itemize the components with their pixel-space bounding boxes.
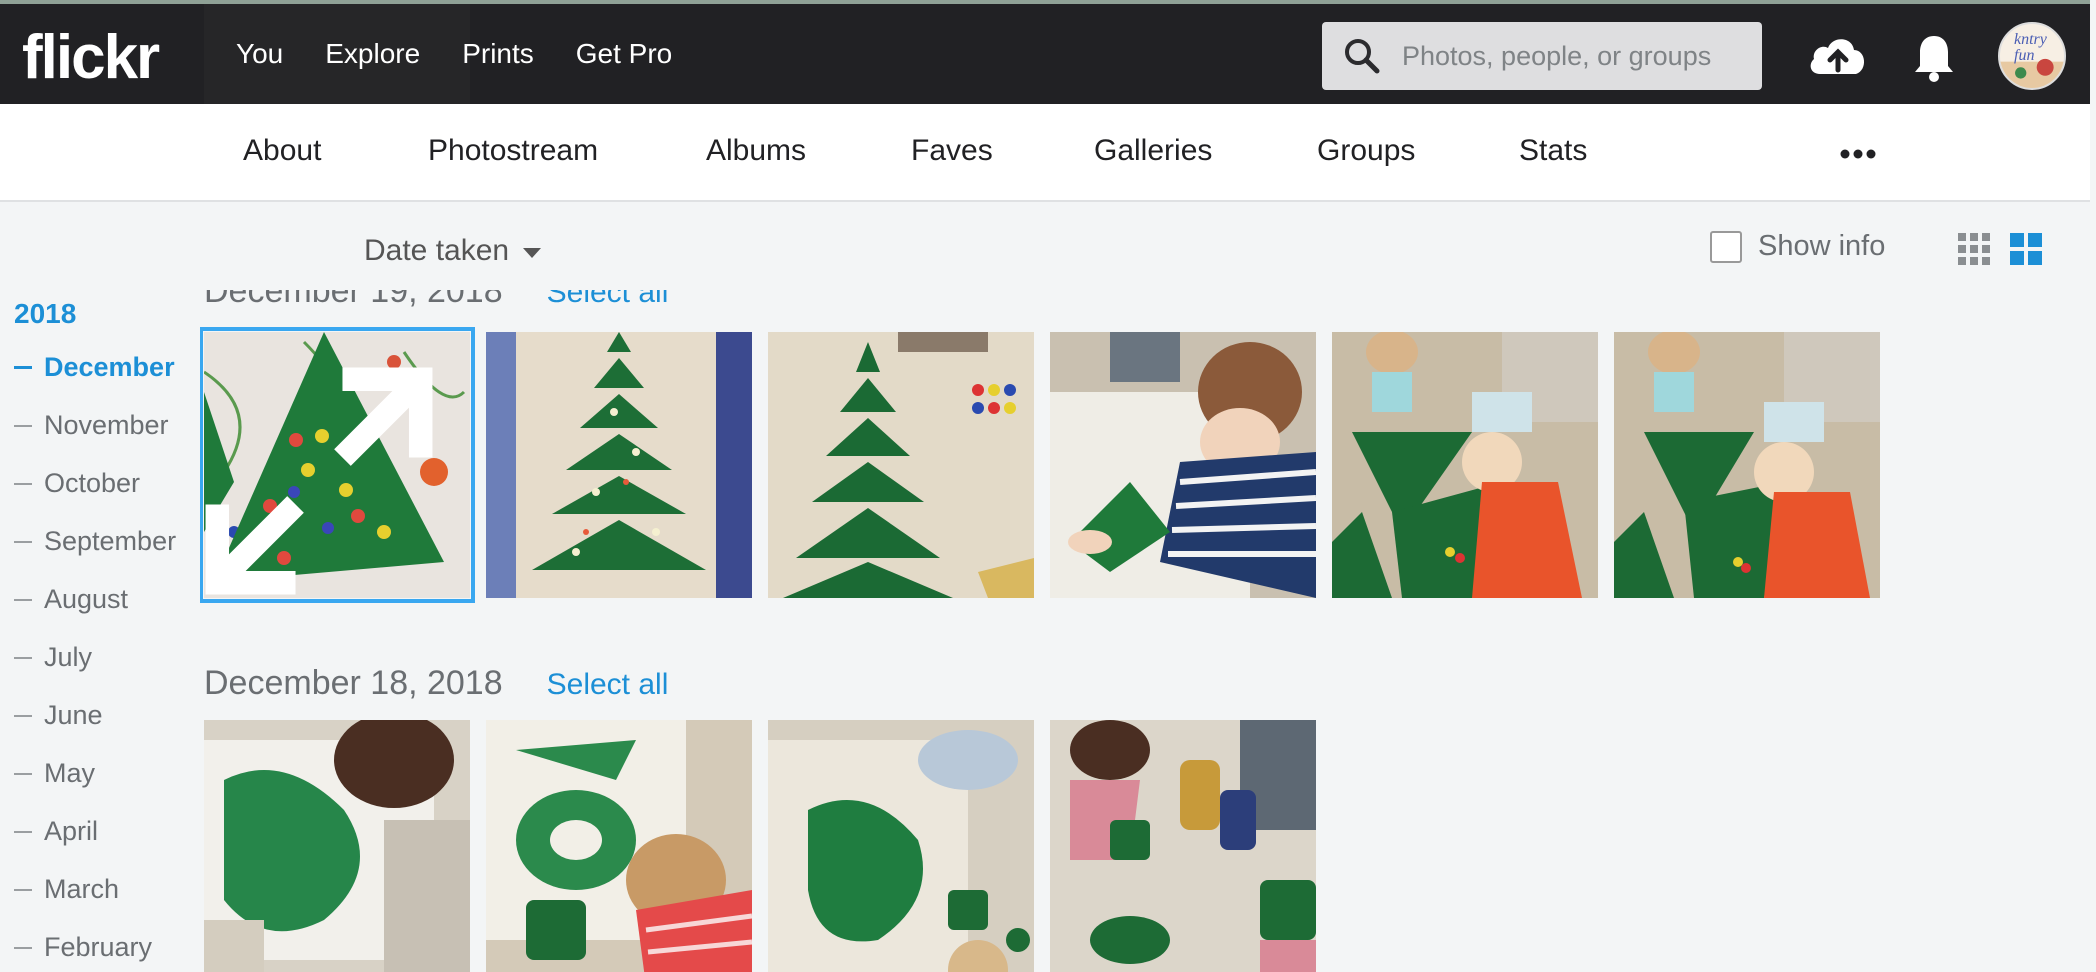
more-dots-icon[interactable]: [1838, 140, 1878, 168]
large-grid-view-icon[interactable]: [2010, 233, 2042, 265]
timeline-month-july[interactable]: July: [14, 642, 92, 673]
flickr-logo[interactable]: flickr: [22, 22, 160, 93]
tab-groups[interactable]: Groups: [1317, 134, 1415, 168]
timeline-month-february[interactable]: February: [14, 932, 152, 963]
photo-thumbnail[interactable]: [768, 720, 1034, 972]
timeline-month-september[interactable]: September: [14, 526, 176, 557]
small-grid-view-icon[interactable]: [1958, 233, 1990, 265]
section-header: December 18, 2018 Select all: [204, 664, 668, 703]
timeline-month-november[interactable]: November: [14, 410, 169, 441]
avatar[interactable]: kntry fun: [1998, 22, 2066, 90]
top-navigation-bar: flickr You Explore Prints Get Pro kntry …: [0, 0, 2090, 104]
profile-subnav: About Photostream Albums Faves Galleries…: [0, 104, 2090, 202]
timeline-month-april[interactable]: April: [14, 816, 98, 847]
nav-prints[interactable]: Prints: [462, 38, 534, 70]
show-info-toggle[interactable]: Show info: [1710, 230, 1885, 263]
photo-thumbnail[interactable]: [486, 720, 752, 972]
nav-you[interactable]: You: [236, 38, 283, 70]
select-all-link[interactable]: Select all: [547, 290, 669, 310]
timeline-month-october[interactable]: October: [14, 468, 140, 499]
section-date: December 19, 2018: [204, 290, 503, 310]
bell-icon[interactable]: [1912, 32, 1956, 84]
search-input[interactable]: [1402, 40, 1762, 72]
tab-stats[interactable]: Stats: [1519, 134, 1587, 168]
main-nav: You Explore Prints Get Pro: [236, 4, 672, 104]
photo-thumbnail[interactable]: [486, 332, 752, 598]
photo-thumbnail[interactable]: [768, 332, 1034, 598]
nav-explore[interactable]: Explore: [325, 38, 420, 70]
photo-thumbnail[interactable]: [1614, 332, 1880, 598]
timeline-year[interactable]: 2018: [14, 298, 76, 330]
chevron-down-icon: [523, 248, 542, 258]
tab-about[interactable]: About: [243, 134, 321, 168]
photo-thumbnail[interactable]: [204, 720, 470, 972]
timeline-month-may[interactable]: May: [14, 758, 95, 789]
photo-thumbnail[interactable]: [1332, 332, 1598, 598]
show-info-label: Show info: [1758, 230, 1886, 262]
sort-label: Date taken: [364, 234, 510, 267]
timeline-month-march[interactable]: March: [14, 874, 119, 905]
tab-galleries[interactable]: Galleries: [1094, 134, 1212, 168]
show-info-checkbox[interactable]: [1710, 230, 1742, 263]
section-date: December 18, 2018: [204, 664, 503, 702]
photo-thumbnail[interactable]: [1050, 332, 1316, 598]
photo-thumbnail[interactable]: [1050, 720, 1316, 972]
expand-icon[interactable]: [204, 348, 452, 598]
tab-photostream[interactable]: Photostream: [428, 134, 598, 168]
sort-dropdown[interactable]: Date taken: [364, 234, 542, 268]
search-box[interactable]: [1322, 22, 1762, 90]
timeline-month-august[interactable]: August: [14, 584, 128, 615]
timeline-month-december[interactable]: December: [14, 352, 175, 383]
tab-faves[interactable]: Faves: [911, 134, 993, 168]
cloud-upload-icon[interactable]: [1806, 30, 1870, 80]
avatar-text: kntry fun: [2014, 31, 2047, 64]
nav-get-pro[interactable]: Get Pro: [576, 38, 672, 70]
photo-thumbnail[interactable]: [200, 327, 475, 603]
photo-content: December 19, 2018 Select all December 18…: [200, 290, 2090, 972]
timeline-month-june[interactable]: June: [14, 700, 103, 731]
section-header: December 19, 2018 Select all: [204, 290, 668, 311]
tab-albums[interactable]: Albums: [706, 134, 806, 168]
search-icon[interactable]: [1342, 36, 1382, 76]
select-all-link[interactable]: Select all: [547, 668, 669, 702]
